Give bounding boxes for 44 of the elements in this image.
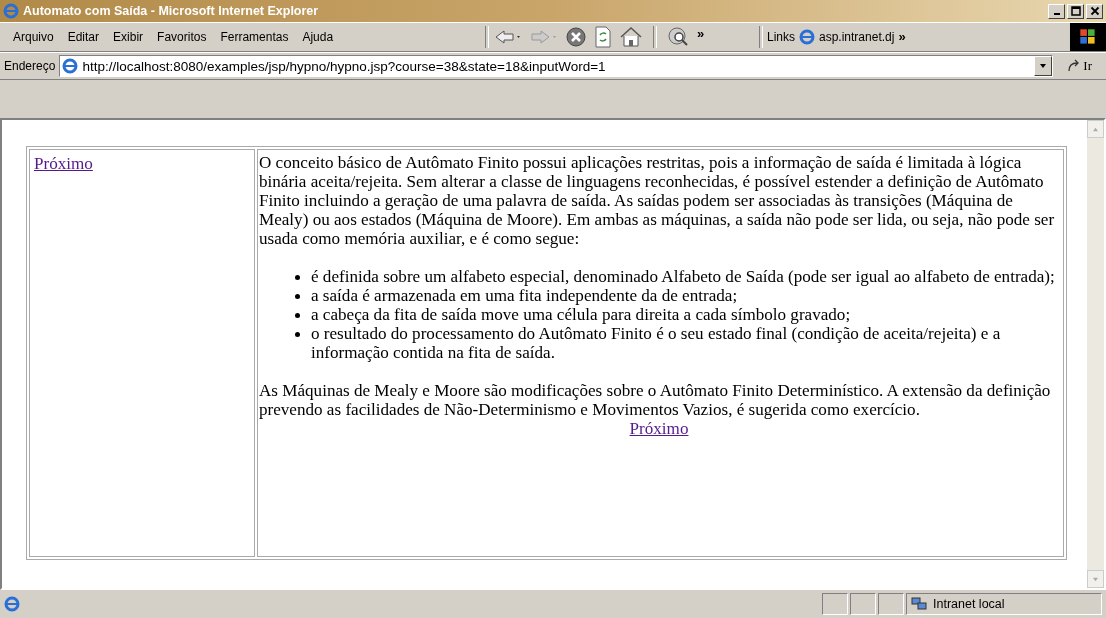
browser-icon (3, 3, 19, 19)
menu-item[interactable]: Favoritos (150, 30, 214, 44)
list-item: a cabeça da fita de saída move uma célula para direita a cada símbolo gravado; (311, 305, 851, 324)
link-item[interactable]: asp.intranet.dj (819, 30, 895, 44)
browser-icon (799, 29, 815, 45)
menu-item[interactable]: Ferramentas (213, 30, 296, 44)
status-pane (850, 593, 876, 615)
address-label: Endereço (4, 59, 56, 73)
toolbar-chevron[interactable]: » (697, 26, 705, 41)
closing-paragraph: As Máquinas de Mealy e Moore são modificações sobre o Autômato Finito Determinístico. A extensão da definição prevendo as facilidades de Não-Determinismo e Movimentos Vazios, é sugerida como exercício. (259, 381, 1052, 419)
next-link[interactable]: Próximo (34, 154, 93, 173)
list-item: o resultado do processamento do Autômato Finito é o seu estado final (condição de aceita/rejeita) e a informação contida na fita de saída. (311, 324, 1002, 362)
go-button[interactable]: Ir (1057, 58, 1102, 74)
zone-label: Intranet local (933, 597, 1005, 611)
list-item: a saída é armazenada em uma fita independente da de entrada; (311, 286, 738, 305)
dropdown-button[interactable] (1034, 56, 1053, 76)
list-item: é definida sobre um alfabeto especial, denominado Alfabeto de Saída (pode ser igual ao alfabeto de entrada); (311, 267, 1055, 286)
intro-paragraph: O conceito básico de Autômato Finito possui aplicações restritas, pois a informação de saída é limitada à lógica binária aceita/rejeita. Sem alterar a classe de linguagens reconhecidas, é possível estender a definição de Autômato Finito incluindo a geração de uma palavra de saída. As saídas podem ser associadas às transições (Máquina de Mealy) ou aos estados (Máquina de Moore). Em ambas as máquinas, a saída não pode ser lida, ou seja, não pode ser usada como memória auxiliar, e é como segue: (259, 153, 1056, 248)
links-chevron[interactable]: » (898, 29, 906, 44)
status-pane (878, 593, 904, 615)
home-icon[interactable] (619, 26, 643, 48)
minimize-button[interactable] (1048, 3, 1065, 19)
maximize-icon (1070, 6, 1081, 16)
close-button[interactable] (1086, 3, 1103, 19)
windows-logo-icon (1070, 23, 1106, 51)
menu-item[interactable]: Ajuda (295, 30, 341, 44)
maximize-button[interactable] (1067, 3, 1084, 19)
minimize-icon (1053, 13, 1060, 15)
close-icon (1089, 6, 1100, 16)
next-link[interactable]: Próximo (629, 419, 689, 438)
refresh-icon[interactable] (593, 26, 613, 48)
caret-icon (1039, 63, 1048, 69)
menu-item[interactable]: Exibir (106, 30, 151, 44)
stop-icon[interactable] (565, 26, 587, 48)
browser-icon (4, 596, 20, 612)
address-field[interactable]: http://localhost:8080/examples/jsp/hypno/hypno.jsp?course=38&state=18&inputWord=1 (59, 55, 1054, 77)
window-title: Automato com Saída - Microsoft Internet Explorer (23, 4, 320, 18)
back-arrow-icon[interactable] (493, 27, 523, 47)
links-label: Links (767, 30, 795, 44)
network-icon (911, 596, 927, 612)
menu-item[interactable]: Arquivo (6, 30, 61, 44)
browser-icon (62, 58, 79, 74)
status-pane (822, 593, 848, 615)
menu-item[interactable]: Editar (60, 30, 107, 44)
